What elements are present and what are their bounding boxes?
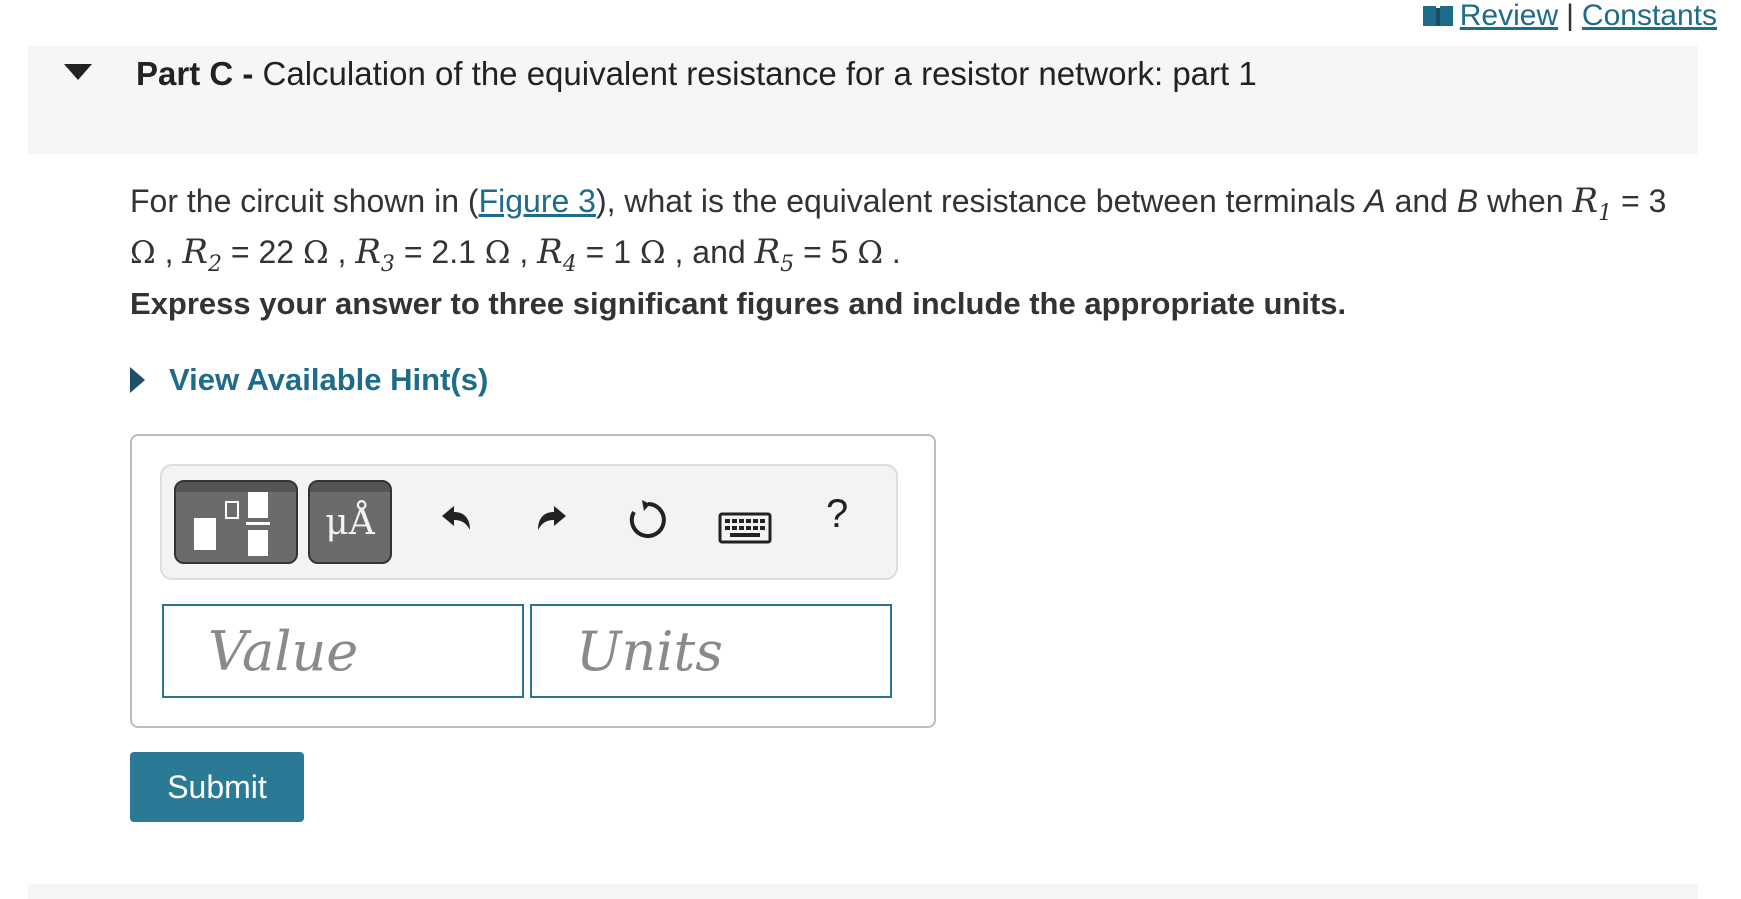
ohm-unit: Ω xyxy=(484,234,511,271)
keyboard-icon[interactable] xyxy=(718,504,772,552)
question-text: For the circuit shown in (Figure 3), wha… xyxy=(130,181,1667,277)
terminal-b: B xyxy=(1456,183,1479,219)
help-icon[interactable]: ? xyxy=(826,492,848,537)
question-when: when xyxy=(1487,183,1564,219)
question-intro: For the circuit shown in ( xyxy=(130,183,479,219)
constants-link[interactable]: Constants xyxy=(1582,0,1717,32)
units-button[interactable]: μÅ xyxy=(308,480,392,564)
r4-symbol: R4 xyxy=(537,231,577,277)
hints-label[interactable]: View Available Hint(s) xyxy=(169,362,488,398)
r5-symbol: R5 xyxy=(754,231,795,277)
units-field[interactable] xyxy=(530,604,892,698)
value-field[interactable] xyxy=(162,604,524,698)
ohm-unit: Ω xyxy=(639,234,666,271)
units-button-label: μÅ xyxy=(325,502,375,543)
undo-icon[interactable] xyxy=(432,496,480,544)
question-and: and xyxy=(1394,183,1448,219)
view-hints-toggle[interactable]: View Available Hint(s) xyxy=(130,362,488,398)
book-icon xyxy=(1422,6,1453,26)
templates-button[interactable] xyxy=(174,480,298,564)
ohm-unit: Ω xyxy=(857,234,884,271)
ohm-unit: Ω xyxy=(130,234,156,271)
part-title-text: Calculation of the equivalent resistance… xyxy=(262,55,1257,92)
question-mid: ), what is the equivalent resistance bet… xyxy=(595,183,1356,219)
part-title: Part C - Calculation of the equivalent r… xyxy=(136,54,1257,94)
math-toolbar: μÅ ? xyxy=(160,464,898,580)
value-input[interactable] xyxy=(164,606,522,696)
r5-value: 5 xyxy=(830,233,849,270)
review-link[interactable]: Review xyxy=(1460,0,1558,32)
expand-caret-icon xyxy=(130,367,145,393)
reset-icon[interactable] xyxy=(624,496,672,544)
next-part-header xyxy=(28,884,1698,899)
r3-symbol: R3 xyxy=(355,231,395,277)
question-and-2: and xyxy=(692,233,746,270)
link-separator: | xyxy=(1566,0,1574,32)
instruction-text: Express your answer to three significant… xyxy=(130,286,1347,321)
ohm-unit: Ω xyxy=(302,234,329,271)
r4-value: 1 xyxy=(613,233,632,270)
units-input[interactable] xyxy=(532,606,890,696)
terminal-a: A xyxy=(1364,183,1386,219)
top-links: Review | Constants xyxy=(1422,0,1717,32)
r1-value: 3 xyxy=(1648,183,1667,219)
r2-value: 22 xyxy=(258,233,295,270)
r2-symbol: R2 xyxy=(182,231,222,277)
collapse-caret-icon[interactable] xyxy=(64,64,92,80)
part-header[interactable]: Part C - Calculation of the equivalent r… xyxy=(28,46,1698,154)
templates-icon xyxy=(194,492,270,556)
submit-button[interactable]: Submit xyxy=(130,752,304,822)
r1-symbol: R1 xyxy=(1572,181,1613,226)
figure-link[interactable]: Figure 3 xyxy=(479,183,596,219)
redo-icon[interactable] xyxy=(528,496,576,544)
answer-box: μÅ ? xyxy=(130,434,936,728)
part-label: Part C - xyxy=(136,55,254,92)
r3-value: 2.1 xyxy=(431,233,476,270)
